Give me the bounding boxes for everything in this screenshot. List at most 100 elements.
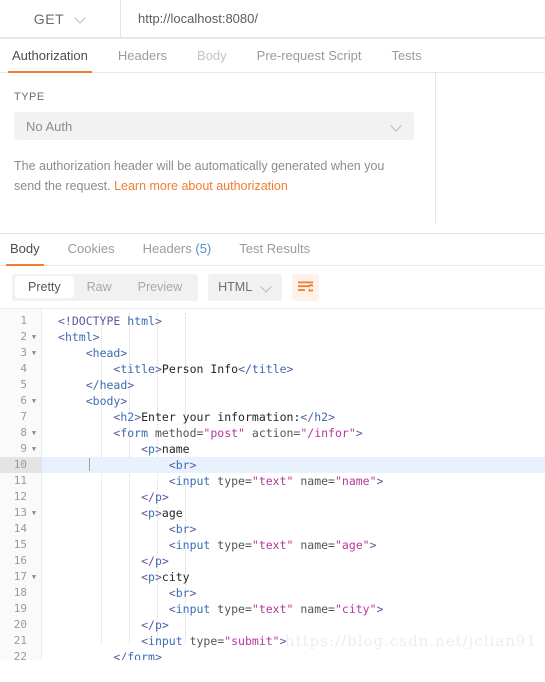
format-select[interactable]: HTML [208, 273, 283, 301]
code-line[interactable]: 17 ▼ <p>city [0, 569, 545, 585]
code-line-text: <p>city [141, 570, 190, 584]
response-tab-headers[interactable]: Headers (5) [143, 241, 212, 265]
code-line-text: </form> [113, 650, 162, 660]
line-number: 6 ▼ [20, 393, 38, 409]
code-line-text: <html> [58, 330, 100, 344]
code-line-text: <p>age [141, 506, 183, 520]
code-line-text: <input type="submit"> [141, 634, 287, 648]
code-line-text: <br> [42, 457, 197, 473]
line-number: 18▼ [13, 586, 27, 599]
authorization-pane: TYPE No Auth The authorization header wi… [0, 73, 545, 234]
line-number: 9 ▼ [20, 441, 38, 457]
code-line[interactable]: 2 ▼ <html> [0, 329, 545, 345]
line-number: 1▼ [20, 314, 27, 327]
line-number: 12▼ [13, 490, 27, 503]
line-number: 19▼ [13, 602, 27, 615]
code-line[interactable]: 18▼ <br> [0, 585, 545, 601]
view-mode-group: Pretty Raw Preview [12, 273, 199, 301]
tab-body[interactable]: Body [197, 48, 227, 72]
response-tab-body[interactable]: Body [6, 241, 44, 266]
url-input-value: http://localhost:8080/ [138, 11, 258, 26]
code-line-text: <input type="text" name="age"> [168, 538, 377, 552]
code-line-text: <title>Person Info</title> [113, 362, 294, 376]
view-mode-pretty[interactable]: Pretty [15, 276, 74, 298]
tab-tests[interactable]: Tests [391, 48, 421, 72]
fold-toggle-icon[interactable]: ▼ [30, 569, 38, 585]
fold-toggle-icon[interactable]: ▼ [30, 425, 38, 441]
response-body-viewer[interactable]: 1▼ <!DOCTYPE html> 2▼ <html>3▼ <head>4▼ <ti… [0, 308, 545, 660]
line-number: 13 ▼ [13, 505, 38, 521]
http-method-selector[interactable]: GET [0, 0, 121, 38]
code-line[interactable]: 1▼ <!DOCTYPE html> [0, 313, 545, 329]
tab-authorization[interactable]: Authorization [8, 48, 92, 73]
view-mode-preview[interactable]: Preview [125, 276, 195, 298]
code-line[interactable]: 6 ▼ <body> [0, 393, 545, 409]
code-line[interactable]: 14▼ <br> [0, 521, 545, 537]
fold-toggle-icon[interactable]: ▼ [30, 345, 38, 361]
code-line-text: </p> [141, 490, 169, 504]
code-line-text: <br> [168, 586, 197, 600]
http-method-label: GET [33, 10, 65, 27]
auth-type-select[interactable]: No Auth [14, 112, 414, 140]
tab-headers[interactable]: Headers [118, 48, 167, 72]
code-line-text: <head> [85, 346, 128, 360]
line-number: 11▼ [13, 474, 27, 487]
response-tab-test-results[interactable]: Test Results [239, 241, 310, 265]
text-cursor [88, 458, 90, 471]
line-number: 2 ▼ [20, 329, 38, 345]
fold-toggle-icon[interactable]: ▼ [30, 329, 38, 345]
view-mode-raw[interactable]: Raw [74, 276, 125, 298]
code-line[interactable]: 20▼ </p> [0, 617, 545, 633]
code-line[interactable]: 15▼ <input type="text" name="age"> [0, 537, 545, 553]
chevron-down-icon [261, 282, 272, 293]
code-line[interactable]: 9 ▼ <p>name [0, 441, 545, 457]
response-toolbar: Pretty Raw Preview HTML [0, 266, 545, 308]
code-line-text: </head> [85, 378, 135, 392]
code-line[interactable]: 16▼ </p> [0, 553, 545, 569]
line-number: 16▼ [13, 554, 27, 567]
code-line-text: <input type="text" name="city"> [168, 602, 384, 616]
code-line[interactable]: 13 ▼ <p>age [0, 505, 545, 521]
fold-toggle-icon[interactable]: ▼ [30, 505, 38, 521]
response-tab-cookies[interactable]: Cookies [68, 241, 115, 265]
code-line-text: </p> [141, 618, 169, 632]
code-line[interactable]: 4▼ <title>Person Info</title> [0, 361, 545, 377]
line-number: 20▼ [13, 618, 27, 631]
code-line-text: </p> [141, 554, 169, 568]
code-line[interactable]: 3 ▼ <head> [0, 345, 545, 361]
authorization-form: TYPE No Auth The authorization header wi… [0, 73, 435, 196]
word-wrap-icon [298, 281, 314, 291]
fold-toggle-icon[interactable]: ▼ [30, 393, 38, 409]
tab-pre-request-script[interactable]: Pre-request Script [257, 48, 362, 72]
response-tab-headers-label: Headers [142, 241, 192, 256]
auth-description: The authorization header will be automat… [14, 156, 414, 196]
line-number: 4▼ [20, 362, 27, 375]
code-line-text: <body> [85, 394, 128, 408]
learn-more-link[interactable]: Learn more about authorization [114, 179, 288, 193]
code-line[interactable]: 8 ▼ <form method="post" action="/infor"> [0, 425, 545, 441]
response-tab-bar: Body Cookies Headers (5) Test Results [0, 234, 545, 266]
pane-divider [435, 73, 436, 223]
line-number: 5▼ [20, 378, 27, 391]
headers-count-badge: (5) [195, 241, 212, 256]
code-line[interactable]: 5▼ </head> [0, 377, 545, 393]
fold-toggle-icon[interactable]: ▼ [30, 441, 38, 457]
line-number: 14▼ [13, 522, 27, 535]
postman-window: GET http://localhost:8080/ Authorization… [0, 0, 545, 682]
code-line[interactable]: 19▼ <input type="text" name="city"> [0, 601, 545, 617]
format-select-value: HTML [218, 280, 253, 294]
line-number: 17 ▼ [13, 569, 38, 585]
code-line[interactable]: 7▼ <h2>Enter your information:</h2> [0, 409, 545, 425]
code-line[interactable]: 22▼ </form> [0, 649, 545, 660]
code-line[interactable]: 12▼ </p> [0, 489, 545, 505]
line-number: 15▼ [13, 538, 27, 551]
chevron-down-icon [391, 121, 402, 132]
word-wrap-button[interactable] [292, 273, 320, 301]
code-line-text: <!DOCTYPE html> [58, 314, 162, 328]
code-line[interactable]: 11▼ <input type="text" name="name"> [0, 473, 545, 489]
request-tab-bar: Authorization Headers Body Pre-request S… [0, 39, 545, 73]
line-number: 21▼ [13, 634, 27, 647]
code-line[interactable]: 10▼ <br> [0, 457, 545, 473]
watermark-text: https://blog.csdn.net/jclian91 [284, 632, 537, 650]
url-input[interactable]: http://localhost:8080/ [121, 0, 545, 38]
